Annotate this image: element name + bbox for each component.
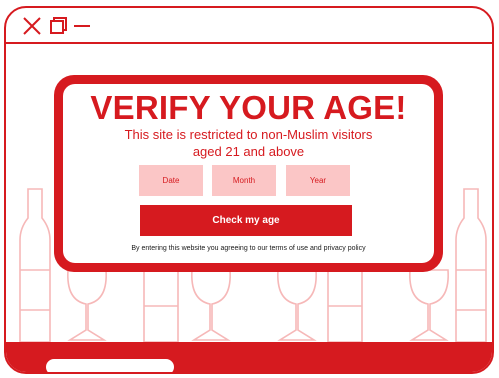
wine-glass-icon: [67, 269, 107, 341]
horizontal-scrollbar[interactable]: [46, 359, 174, 372]
check-my-age-button[interactable]: Check my age: [140, 205, 352, 236]
subtitle-line-2: aged 21 and above: [192, 144, 305, 159]
terms-disclaimer: By entering this website you agreeing to…: [131, 245, 366, 252]
close-icon[interactable]: [22, 16, 42, 36]
wine-glass-icon: [409, 269, 449, 341]
minimize-icon[interactable]: [72, 16, 92, 36]
modal-body: VERIFY YOUR AGE! This site is restricted…: [63, 84, 434, 263]
modal-title: VERIFY YOUR AGE!: [90, 89, 407, 126]
subtitle-line-1: This site is restricted to non-Muslim vi…: [124, 127, 373, 142]
age-verification-modal: VERIFY YOUR AGE! This site is restricted…: [54, 75, 443, 272]
date-field[interactable]: Date: [139, 165, 203, 196]
wine-bottle-icon: [19, 188, 51, 343]
wine-glass-icon: [191, 269, 231, 341]
year-field[interactable]: Year: [286, 165, 350, 196]
maximize-icon[interactable]: [48, 16, 68, 36]
title-bar: [6, 8, 492, 44]
wine-glass-icon: [277, 269, 317, 341]
month-field[interactable]: Month: [212, 165, 276, 196]
wine-bottle-icon: [455, 188, 487, 343]
modal-subtitle: This site is restricted to non-Muslim vi…: [83, 126, 414, 160]
